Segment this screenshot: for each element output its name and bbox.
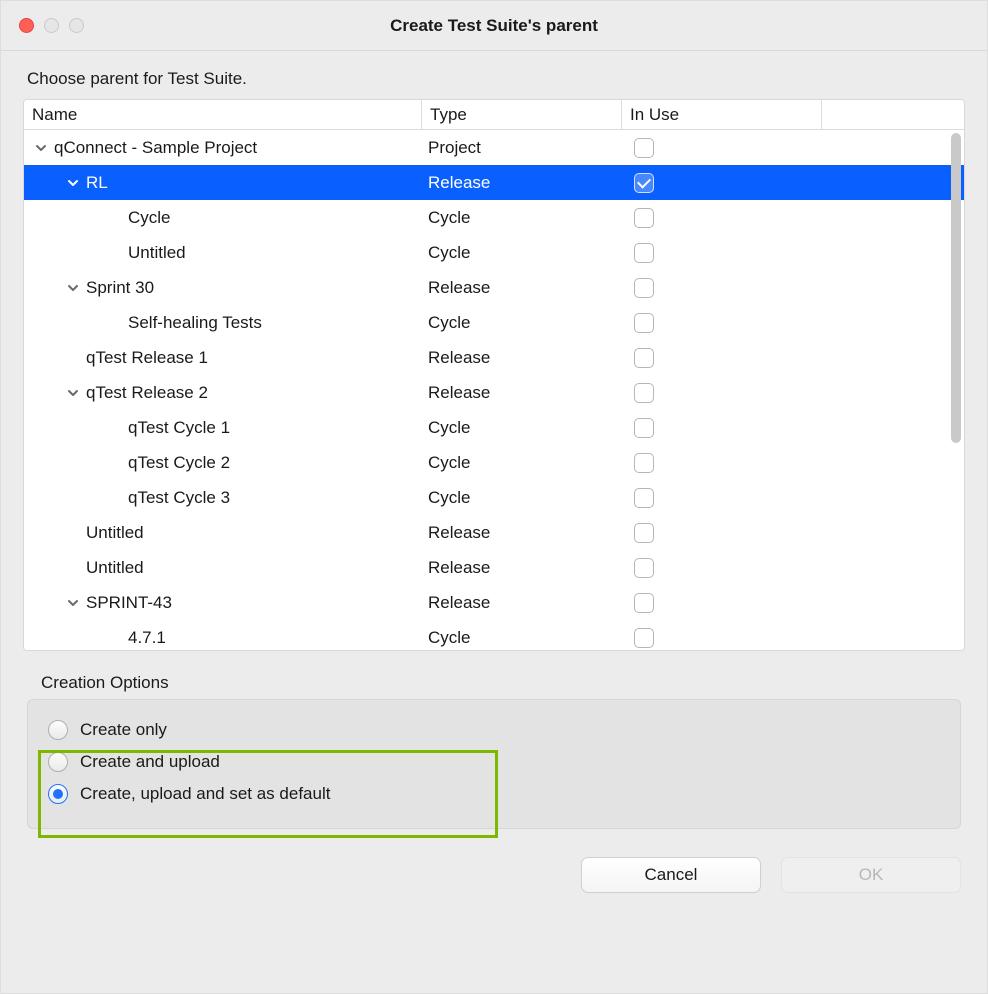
radio-label: Create and upload — [80, 752, 220, 772]
row-label: qTest Release 1 — [86, 348, 208, 368]
row-label: Untitled — [86, 523, 144, 543]
row-type: Release — [422, 278, 622, 298]
row-label: qTest Cycle 1 — [128, 418, 230, 438]
instruction-text: Choose parent for Test Suite. — [1, 51, 987, 99]
row-label: Untitled — [86, 558, 144, 578]
minimize-window-button[interactable] — [44, 18, 59, 33]
row-type: Cycle — [422, 628, 622, 648]
radio-icon[interactable] — [48, 720, 68, 740]
radio-label: Create, upload and set as default — [80, 784, 330, 804]
window-controls — [19, 18, 84, 33]
row-label: qTest Cycle 3 — [128, 488, 230, 508]
tree-table: Name Type In Use qConnect - Sample Proje… — [23, 99, 965, 651]
window-title: Create Test Suite's parent — [1, 16, 987, 36]
row-type: Cycle — [422, 453, 622, 473]
dialog-footer: Cancel OK — [1, 829, 987, 893]
table-header: Name Type In Use — [24, 100, 964, 130]
inuse-checkbox[interactable] — [634, 383, 654, 403]
column-header-extra — [822, 100, 964, 129]
cancel-button[interactable]: Cancel — [581, 857, 761, 893]
inuse-checkbox[interactable] — [634, 313, 654, 333]
tree-row[interactable]: RL Release — [24, 165, 964, 200]
tree-row[interactable]: Cycle Cycle — [24, 200, 964, 235]
tree-row[interactable]: Untitled Release — [24, 550, 964, 585]
row-label: qTest Release 2 — [86, 383, 208, 403]
row-label: qTest Cycle 2 — [128, 453, 230, 473]
row-type: Cycle — [422, 313, 622, 333]
inuse-checkbox[interactable] — [634, 558, 654, 578]
row-label: Cycle — [128, 208, 171, 228]
close-window-button[interactable] — [19, 18, 34, 33]
column-header-inuse[interactable]: In Use — [622, 100, 822, 129]
inuse-checkbox[interactable] — [634, 453, 654, 473]
creation-options-label: Creation Options — [1, 651, 987, 699]
chevron-down-icon[interactable] — [34, 141, 48, 155]
tree-row[interactable]: qTest Release 2 Release — [24, 375, 964, 410]
tree-row[interactable]: qTest Cycle 2 Cycle — [24, 445, 964, 480]
tree-row[interactable]: Sprint 30 Release — [24, 270, 964, 305]
row-type: Project — [422, 138, 622, 158]
radio-icon[interactable] — [48, 752, 68, 772]
creation-options-group: Create only Create and upload Create, uplo… — [27, 699, 961, 829]
tree-row[interactable]: 4.7.1 Cycle — [24, 620, 964, 651]
column-header-type[interactable]: Type — [422, 100, 622, 129]
chevron-down-icon[interactable] — [66, 386, 80, 400]
dialog-window: Create Test Suite's parent Choose parent… — [0, 0, 988, 994]
row-type: Release — [422, 348, 622, 368]
row-type: Release — [422, 523, 622, 543]
row-label: Untitled — [128, 243, 186, 263]
row-label: Sprint 30 — [86, 278, 154, 298]
row-type: Release — [422, 173, 622, 193]
row-label: SPRINT-43 — [86, 593, 172, 613]
table-body[interactable]: qConnect - Sample Project Project RL Releas… — [24, 130, 964, 651]
inuse-checkbox[interactable] — [634, 628, 654, 648]
tree-row[interactable]: qTest Cycle 3 Cycle — [24, 480, 964, 515]
inuse-checkbox[interactable] — [634, 138, 654, 158]
inuse-checkbox[interactable] — [634, 208, 654, 228]
row-label: qConnect - Sample Project — [54, 138, 257, 158]
maximize-window-button[interactable] — [69, 18, 84, 33]
radio-icon[interactable] — [48, 784, 68, 804]
radio-label: Create only — [80, 720, 167, 740]
tree-row[interactable]: qTest Cycle 1 Cycle — [24, 410, 964, 445]
radio-option[interactable]: Create only — [46, 714, 942, 746]
inuse-checkbox[interactable] — [634, 243, 654, 263]
tree-row[interactable]: Untitled Cycle — [24, 235, 964, 270]
inuse-checkbox[interactable] — [634, 278, 654, 298]
titlebar: Create Test Suite's parent — [1, 1, 987, 51]
inuse-checkbox[interactable] — [634, 173, 654, 193]
row-label: 4.7.1 — [128, 628, 166, 648]
inuse-checkbox[interactable] — [634, 348, 654, 368]
row-type: Release — [422, 383, 622, 403]
ok-button: OK — [781, 857, 961, 893]
inuse-checkbox[interactable] — [634, 488, 654, 508]
row-type: Release — [422, 558, 622, 578]
tree-row[interactable]: qConnect - Sample Project Project — [24, 130, 964, 165]
row-label: Self-healing Tests — [128, 313, 262, 333]
row-type: Cycle — [422, 208, 622, 228]
tree-row[interactable]: SPRINT-43 Release — [24, 585, 964, 620]
row-type: Cycle — [422, 488, 622, 508]
row-type: Cycle — [422, 418, 622, 438]
tree-row[interactable]: Untitled Release — [24, 515, 964, 550]
radio-option[interactable]: Create, upload and set as default — [46, 778, 942, 810]
scrollbar-thumb[interactable] — [951, 133, 961, 443]
inuse-checkbox[interactable] — [634, 418, 654, 438]
row-label: RL — [86, 173, 108, 193]
radio-option[interactable]: Create and upload — [46, 746, 942, 778]
inuse-checkbox[interactable] — [634, 593, 654, 613]
inuse-checkbox[interactable] — [634, 523, 654, 543]
tree-row[interactable]: Self-healing Tests Cycle — [24, 305, 964, 340]
chevron-down-icon[interactable] — [66, 596, 80, 610]
chevron-down-icon[interactable] — [66, 176, 80, 190]
column-header-name[interactable]: Name — [24, 100, 422, 129]
row-type: Cycle — [422, 243, 622, 263]
tree-row[interactable]: qTest Release 1 Release — [24, 340, 964, 375]
chevron-down-icon[interactable] — [66, 281, 80, 295]
row-type: Release — [422, 593, 622, 613]
